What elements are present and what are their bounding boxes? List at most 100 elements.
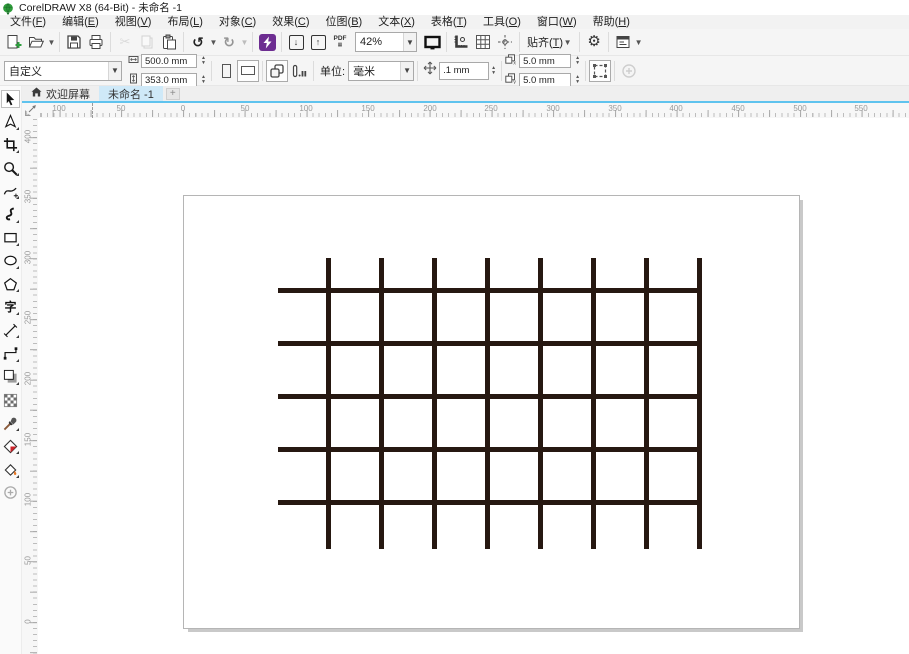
cut-button[interactable]: ✂: [114, 31, 136, 53]
duplicate-y-field[interactable]: 5.0 mm: [519, 73, 572, 87]
nudge-spinner[interactable]: ▲ ▼: [489, 62, 498, 80]
grid-line-vertical[interactable]: [378, 258, 384, 549]
hruler-label: 400: [669, 104, 683, 113]
save-button[interactable]: [63, 31, 85, 53]
new-document-button[interactable]: [3, 31, 25, 53]
redo-button[interactable]: ↻: [218, 31, 240, 53]
print-button[interactable]: [85, 31, 107, 53]
import-button[interactable]: ↓: [285, 31, 307, 53]
duplicate-y-spinner[interactable]: ▲ ▼: [573, 73, 582, 87]
treat-as-filled-button[interactable]: [589, 59, 612, 82]
copy-button[interactable]: [136, 31, 158, 53]
drop-shadow-tool[interactable]: [1, 368, 20, 386]
grid-line-horizontal[interactable]: [278, 393, 702, 399]
menu-item-1[interactable]: 编辑(E): [54, 15, 107, 29]
page-height-spinner[interactable]: ▲ ▼: [199, 73, 208, 87]
chevron-down-icon[interactable]: ▼: [400, 61, 414, 80]
zoom-level-combo[interactable]: 42% ▼: [355, 32, 417, 52]
tab-welcome-screen[interactable]: 欢迎屏幕: [22, 86, 99, 101]
show-rulers-button[interactable]: [450, 31, 472, 53]
open-button[interactable]: [25, 31, 47, 53]
interactive-fill-tool[interactable]: [1, 437, 20, 455]
menu-item-4[interactable]: 对象(C): [211, 15, 264, 29]
vertical-ruler[interactable]: 400 350 300 250 200 150 100 50 0: [22, 118, 38, 654]
menu-item-5[interactable]: 效果(C): [264, 15, 317, 29]
current-page-icon: [291, 63, 307, 79]
grid-line-horizontal[interactable]: [278, 499, 702, 505]
chevron-down-icon[interactable]: ▼: [209, 38, 218, 47]
undo-button[interactable]: ↺: [187, 31, 209, 53]
ruler-origin[interactable]: [22, 103, 38, 118]
ellipse-tool[interactable]: [1, 252, 20, 270]
chevron-down-icon[interactable]: ▼: [108, 61, 121, 80]
menu-item-10[interactable]: 窗口(W): [529, 15, 585, 29]
landscape-button[interactable]: [237, 59, 259, 82]
dimension-tool[interactable]: [1, 321, 20, 339]
grid-line-vertical[interactable]: [590, 258, 596, 549]
menu-item-2[interactable]: 视图(V): [107, 15, 160, 29]
horizontal-ruler[interactable]: 100 50 0 50 100 150 200 250 300 350 400 450 500 550: [38, 103, 909, 118]
crop-tool[interactable]: [1, 136, 20, 154]
menu-item-3[interactable]: 布局(L): [159, 15, 210, 29]
zoom-tool[interactable]: [1, 159, 20, 177]
tab-document-untitled-1[interactable]: 未命名 -1: [99, 86, 163, 101]
show-guidelines-button[interactable]: [494, 31, 516, 53]
fullscreen-preview-button[interactable]: [421, 31, 443, 53]
grid-line-horizontal[interactable]: [278, 340, 702, 346]
color-eyedropper-tool[interactable]: [1, 414, 20, 432]
drawing-canvas[interactable]: [38, 118, 909, 654]
apply-all-pages-button[interactable]: [266, 59, 288, 82]
units-select[interactable]: 毫米 ▼: [348, 60, 415, 81]
menu-item-9[interactable]: 工具(O): [475, 15, 529, 29]
options-button[interactable]: ⚙: [583, 31, 605, 53]
menu-item-6[interactable]: 位图(B): [318, 15, 371, 29]
duplicate-x-field[interactable]: 5.0 mm: [519, 54, 572, 68]
publish-pdf-button[interactable]: PDF ▦: [329, 31, 351, 53]
export-button[interactable]: ↑: [307, 31, 329, 53]
search-content-button[interactable]: [256, 31, 278, 53]
nudge-distance-field[interactable]: .1 mm: [439, 61, 490, 80]
artistic-media-tool[interactable]: [1, 206, 20, 224]
menu-item-7[interactable]: 文本(X): [370, 15, 423, 29]
show-grid-button[interactable]: [472, 31, 494, 53]
grid-line-vertical[interactable]: [325, 258, 331, 549]
pick-tool[interactable]: [1, 89, 20, 108]
grid-line-horizontal[interactable]: [278, 446, 702, 452]
grid-line-vertical[interactable]: [643, 258, 649, 549]
transparency-tool[interactable]: [1, 391, 20, 409]
smart-fill-tool[interactable]: [1, 461, 20, 479]
add-tools-button[interactable]: [1, 484, 20, 502]
chevron-down-icon[interactable]: ▼: [47, 38, 56, 47]
grid-line-vertical[interactable]: [696, 258, 702, 549]
chevron-down-icon[interactable]: ▼: [563, 38, 572, 47]
menu-item-11[interactable]: 帮助(H): [585, 15, 638, 29]
grid-line-horizontal[interactable]: [278, 287, 702, 293]
rectangle-tool[interactable]: [1, 229, 20, 247]
grid-line-vertical[interactable]: [484, 258, 490, 549]
chevron-down-icon[interactable]: ▼: [634, 38, 643, 47]
polygon-tool[interactable]: [1, 275, 20, 293]
chevron-down-icon[interactable]: ▼: [240, 38, 249, 47]
connector-tool[interactable]: [1, 345, 20, 363]
text-tool[interactable]: 字: [1, 298, 20, 316]
menu-item-8[interactable]: 表格(T): [423, 15, 475, 29]
portrait-button[interactable]: [215, 60, 237, 82]
paste-button[interactable]: [158, 31, 180, 53]
page-width-field[interactable]: 500.0 mm: [141, 54, 197, 68]
snap-to-button[interactable]: 贴齐(T) ▼: [523, 31, 576, 53]
page-width-spinner[interactable]: ▲ ▼: [199, 54, 208, 68]
hruler-label: 550: [854, 104, 868, 113]
grid-line-vertical[interactable]: [431, 258, 437, 549]
page-preset-select[interactable]: 自定义 ▼: [4, 60, 122, 81]
chevron-down-icon[interactable]: ▼: [403, 33, 416, 51]
shape-tool[interactable]: [1, 113, 20, 131]
open-folder-icon: [28, 34, 44, 50]
apply-current-page-button[interactable]: [288, 60, 310, 82]
add-property-button[interactable]: [618, 60, 640, 82]
application-launcher-button[interactable]: [612, 31, 634, 53]
new-tab-button[interactable]: +: [165, 88, 180, 100]
menu-item-0[interactable]: 文件(F): [2, 15, 54, 29]
freehand-tool[interactable]: [1, 182, 20, 200]
grid-line-vertical[interactable]: [537, 258, 543, 549]
duplicate-x-spinner[interactable]: ▲ ▼: [573, 54, 582, 68]
